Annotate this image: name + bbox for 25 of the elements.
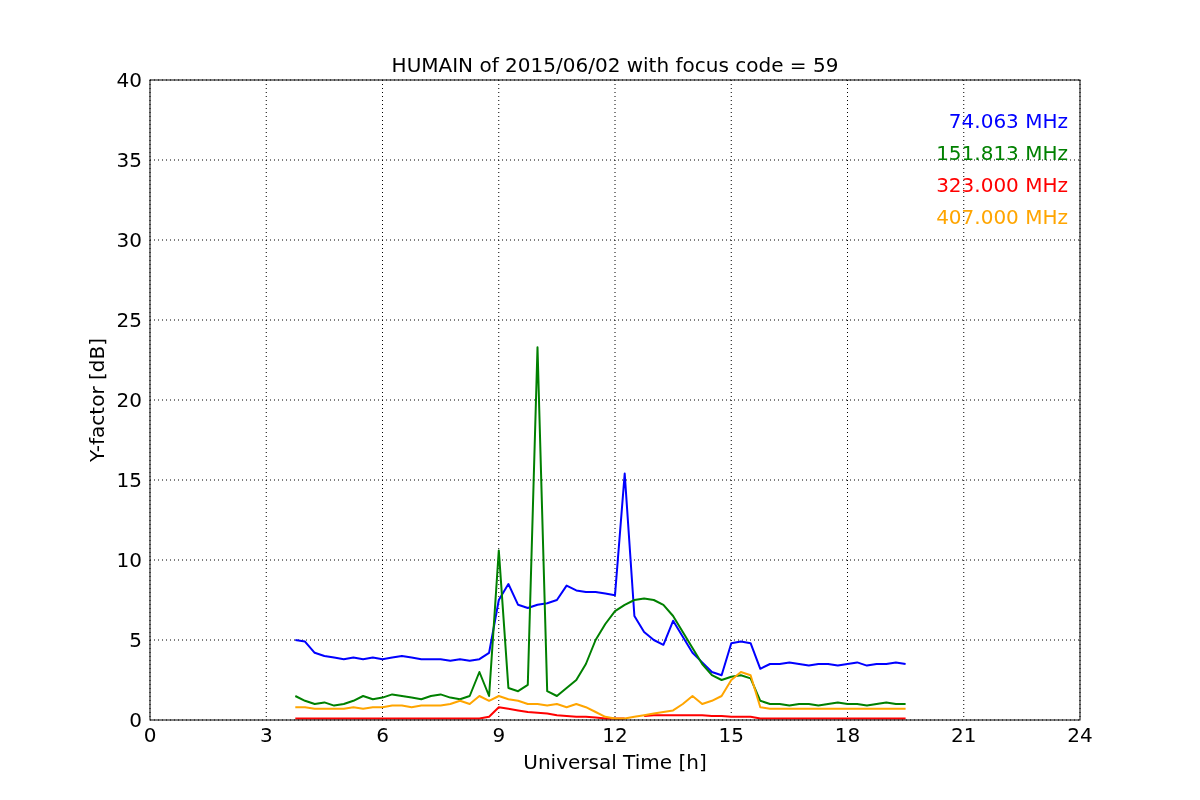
legend-label: 74.063 MHz [948,109,1068,133]
axis-label: Y-factor [dB] [85,338,109,462]
tick-label: 35 [116,148,142,172]
tick-label: 3 [259,723,273,747]
axis-label: Universal Time [h] [523,750,707,774]
legend-label: 151.813 MHz [936,141,1068,165]
tick-label: 0 [143,723,157,747]
tick-label: 30 [116,228,142,252]
tick-label: 20 [116,388,142,412]
tick-label: 0 [129,708,142,732]
tick-label: 6 [376,723,389,747]
chart-title: HUMAIN of 2015/06/02 with focus code = 59 [391,53,839,77]
tick-label: 25 [116,308,142,332]
tick-label: 15 [116,468,142,492]
legend-label: 323.000 MHz [936,173,1068,197]
legend-label: 407.000 MHz [936,205,1068,229]
tick-label: 5 [129,628,142,652]
tick-label: 12 [602,723,628,747]
tick-label: 10 [116,548,142,572]
tick-label: 40 [116,68,142,92]
tick-label: 18 [834,723,861,747]
tick-label: 21 [951,723,977,747]
tick-label: 9 [492,723,506,747]
tick-label: 15 [718,723,744,747]
tick-label: 24 [1067,723,1093,747]
